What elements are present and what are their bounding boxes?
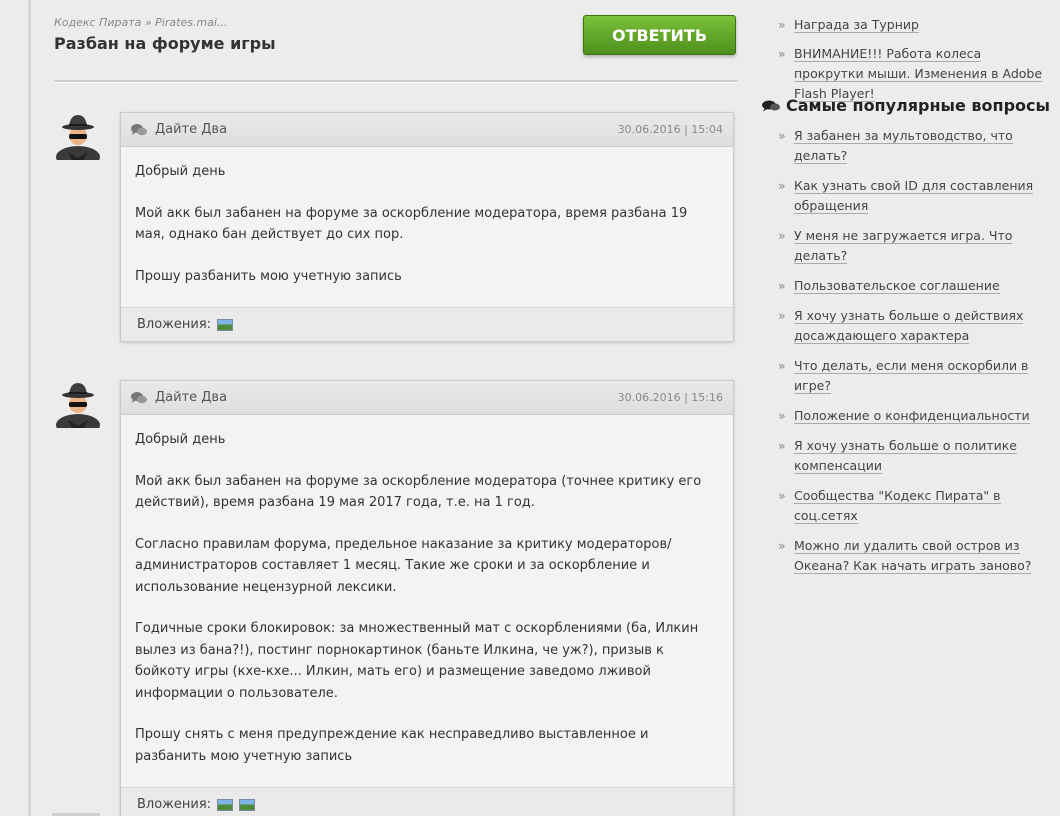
post-box: Дайте Два 30.06.2016 | 15:16 Добрый день…	[120, 380, 734, 816]
left-border	[28, 0, 31, 816]
sidebar-link[interactable]: Награда за Турнир	[794, 17, 919, 33]
post-paragraph: Добрый день	[135, 164, 226, 179]
list-item: Что делать, если меня оскорбили в игре?	[760, 356, 1050, 396]
divider	[54, 80, 738, 83]
post-paragraph: Добрый день	[135, 432, 226, 447]
popular-questions-list: Я забанен за мультоводство, что делать? …	[760, 126, 1050, 576]
list-item: Награда за Турнир	[760, 15, 1050, 35]
post-date: 30.06.2016 | 15:16	[617, 391, 723, 404]
page-title: Разбан на форуме игры	[54, 34, 276, 53]
popular-questions-heading: Самые популярные вопросы	[762, 96, 1050, 115]
image-attachment-icon[interactable]	[217, 318, 234, 331]
list-item: Я хочу узнать больше о действиях досажда…	[760, 306, 1050, 346]
list-item: Положение о конфиденциальности	[760, 406, 1050, 426]
list-item: Пользовательское соглашение	[760, 276, 1050, 296]
post-date: 30.06.2016 | 15:04	[617, 123, 723, 136]
attachments-label: Вложения:	[137, 317, 212, 332]
sidebar-link[interactable]: Положение о конфиденциальности	[794, 408, 1030, 424]
user-avatar[interactable]	[54, 380, 102, 436]
sidebar-link[interactable]: Я хочу узнать больше о действиях досажда…	[794, 308, 1024, 344]
sidebar-link[interactable]: ВНИМАНИЕ!!! Работа колеса прокрутки мыши…	[794, 46, 1043, 102]
spy-avatar-icon	[56, 383, 100, 436]
sidebar-top-links: Награда за Турнир ВНИМАНИЕ!!! Работа кол…	[760, 15, 1050, 104]
list-item: Сообщества "Кодекс Пирата" в соц.сетях	[760, 486, 1050, 526]
sidebar-link[interactable]: У меня не загружается игра. Что делать?	[794, 228, 1013, 264]
chat-bubbles-icon	[131, 123, 147, 135]
sidebar-link[interactable]: Я хочу узнать больше о политике компенса…	[794, 438, 1017, 474]
list-item: Как узнать свой ID для составления обращ…	[760, 176, 1050, 216]
reply-button[interactable]: ОТВЕТИТЬ	[583, 15, 736, 55]
list-item: Я хочу узнать больше о политике компенса…	[760, 436, 1050, 476]
heading-text: Самые популярные вопросы	[786, 96, 1050, 115]
image-attachment-icon[interactable]	[239, 798, 256, 811]
user-avatar[interactable]	[54, 112, 102, 168]
post-author[interactable]: Дайте Два	[155, 390, 227, 405]
sidebar-link[interactable]: Я забанен за мультоводство, что делать?	[794, 128, 1013, 164]
sidebar-link[interactable]: Как узнать свой ID для составления обращ…	[794, 178, 1034, 214]
post-paragraph: Прошу разбанить мою учетную запись	[135, 268, 402, 284]
post-body: Добрый день Мой акк был забанен на форум…	[121, 147, 733, 287]
post-paragraph: Мой акк был забанен на форуме за оскорбл…	[135, 473, 702, 511]
chat-bubbles-icon	[131, 391, 147, 403]
list-item: Я забанен за мультоводство, что делать?	[760, 126, 1050, 166]
list-item: Можно ли удалить свой остров из Океана? …	[760, 536, 1050, 576]
spy-avatar-icon	[56, 115, 100, 168]
post-paragraph: Прошу снять с меня предупреждение как не…	[135, 727, 649, 764]
chat-bubbles-icon	[762, 100, 780, 111]
post-author[interactable]: Дайте Два	[155, 122, 227, 137]
post-attachments: Вложения:	[121, 787, 733, 816]
post-header: Дайте Два 30.06.2016 | 15:04	[121, 113, 733, 147]
sidebar-link[interactable]: Что делать, если меня оскорбили в игре?	[794, 358, 1029, 394]
post-body: Добрый день Мой акк был забанен на форум…	[121, 415, 733, 767]
post-header: Дайте Два 30.06.2016 | 15:16	[121, 381, 733, 415]
post-paragraph: Годичные сроки блокировок: за множествен…	[135, 621, 699, 701]
list-item: У меня не загружается игра. Что делать?	[760, 226, 1050, 266]
sidebar-link[interactable]: Пользовательское соглашение	[794, 278, 1000, 294]
post-attachments: Вложения:	[121, 307, 733, 341]
post-box: Дайте Два 30.06.2016 | 15:04 Добрый день…	[120, 112, 734, 342]
attachments-label: Вложения:	[137, 797, 212, 812]
sidebar-link[interactable]: Сообщества "Кодекс Пирата" в соц.сетях	[794, 488, 1001, 524]
post-paragraph: Мой акк был забанен на форуме за оскорбл…	[135, 205, 688, 243]
breadcrumb[interactable]: Кодекс Пирата » Pirates.mai...	[54, 16, 227, 29]
sidebar-link[interactable]: Можно ли удалить свой остров из Океана? …	[794, 538, 1032, 574]
image-attachment-icon[interactable]	[217, 798, 234, 811]
post-paragraph: Согласно правилам форума, предельное нак…	[135, 536, 672, 595]
list-item: ВНИМАНИЕ!!! Работа колеса прокрутки мыши…	[760, 44, 1050, 104]
